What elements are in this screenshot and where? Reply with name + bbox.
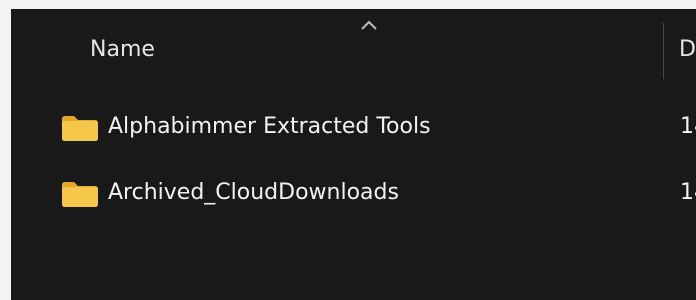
file-name[interactable]: Alphabimmer Extracted Tools — [108, 112, 431, 142]
file-date: 14 — [680, 180, 696, 205]
column-header-name[interactable]: Name — [90, 36, 155, 64]
column-header-date[interactable]: D — [679, 36, 696, 64]
file-date: 14 — [680, 114, 696, 139]
column-divider[interactable] — [663, 23, 664, 79]
file-list-view: Name D Alphabimmer Extracted Tools 14 Ar… — [11, 9, 696, 300]
folder-icon — [62, 116, 98, 141]
column-header-bar: Name D — [11, 9, 696, 79]
window-frame: Name D Alphabimmer Extracted Tools 14 Ar… — [0, 0, 696, 300]
chevron-up-icon[interactable] — [359, 19, 379, 31]
file-row[interactable]: Archived_CloudDownloads 14 — [11, 169, 696, 217]
file-name[interactable]: Archived_CloudDownloads — [108, 178, 399, 208]
file-row[interactable]: Alphabimmer Extracted Tools 14 — [11, 103, 696, 151]
folder-icon — [62, 182, 98, 207]
